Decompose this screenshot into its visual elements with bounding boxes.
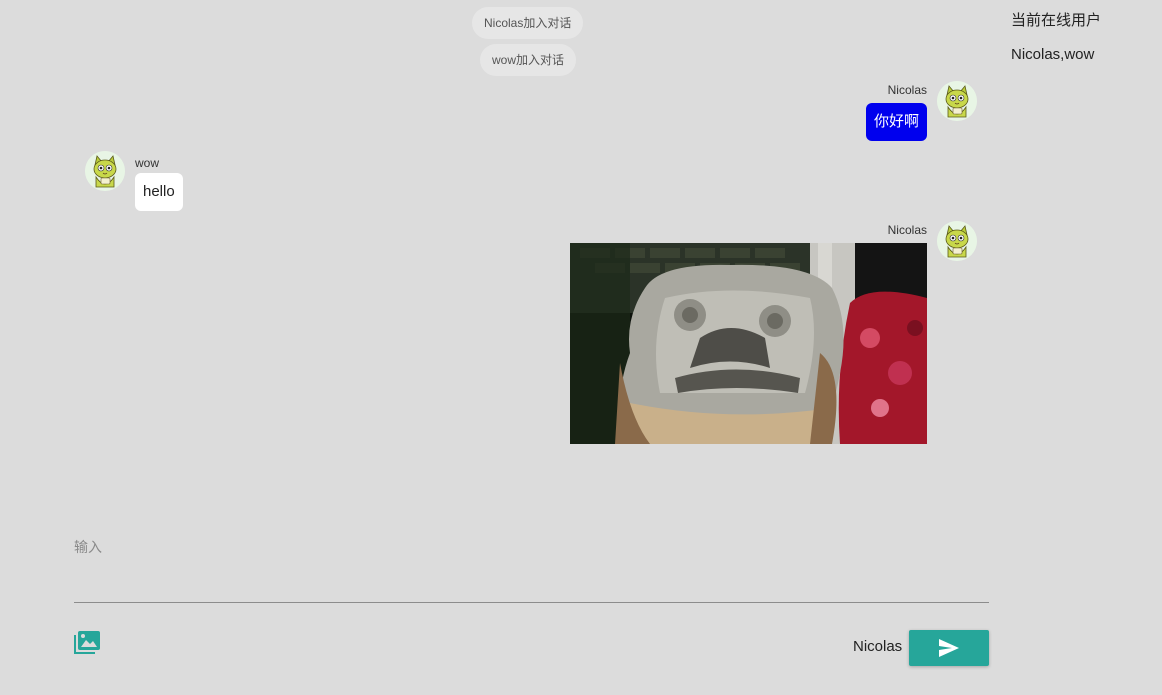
image-upload-button[interactable] xyxy=(72,630,100,654)
current-user-name: Nicolas xyxy=(853,638,903,655)
send-button[interactable] xyxy=(909,630,989,666)
send-icon xyxy=(939,639,959,657)
online-users-list: Nicolas,wow xyxy=(1011,46,1095,63)
cat-avatar-icon xyxy=(937,221,977,261)
message-input-label: 输入 xyxy=(74,539,102,555)
cat-avatar-icon xyxy=(85,151,125,191)
message-sender-name: Nicolas xyxy=(887,83,927,97)
online-users-title: 当前在线用户 xyxy=(1011,12,1102,29)
message-input[interactable] xyxy=(74,556,989,603)
message-bubble-theirs: hello xyxy=(135,173,183,211)
message-image[interactable] xyxy=(570,243,927,444)
avatar xyxy=(937,81,977,121)
system-message-join: wow加入对话 xyxy=(480,44,577,76)
avatar xyxy=(85,151,125,191)
message-bubble-mine: 你好啊 xyxy=(865,103,927,141)
chat-messages-area: Nicolas加入对话 wow加入对话 Nicolas 你好啊 wow hell… xyxy=(0,0,1000,520)
message-sender-name: wow xyxy=(135,156,160,170)
avatar xyxy=(937,221,977,261)
system-message-join: Nicolas加入对话 xyxy=(472,7,584,39)
cat-avatar-icon xyxy=(937,81,977,121)
image-library-icon xyxy=(74,631,100,654)
message-sender-name: Nicolas xyxy=(887,223,927,237)
stone-lion-photo xyxy=(570,243,927,444)
